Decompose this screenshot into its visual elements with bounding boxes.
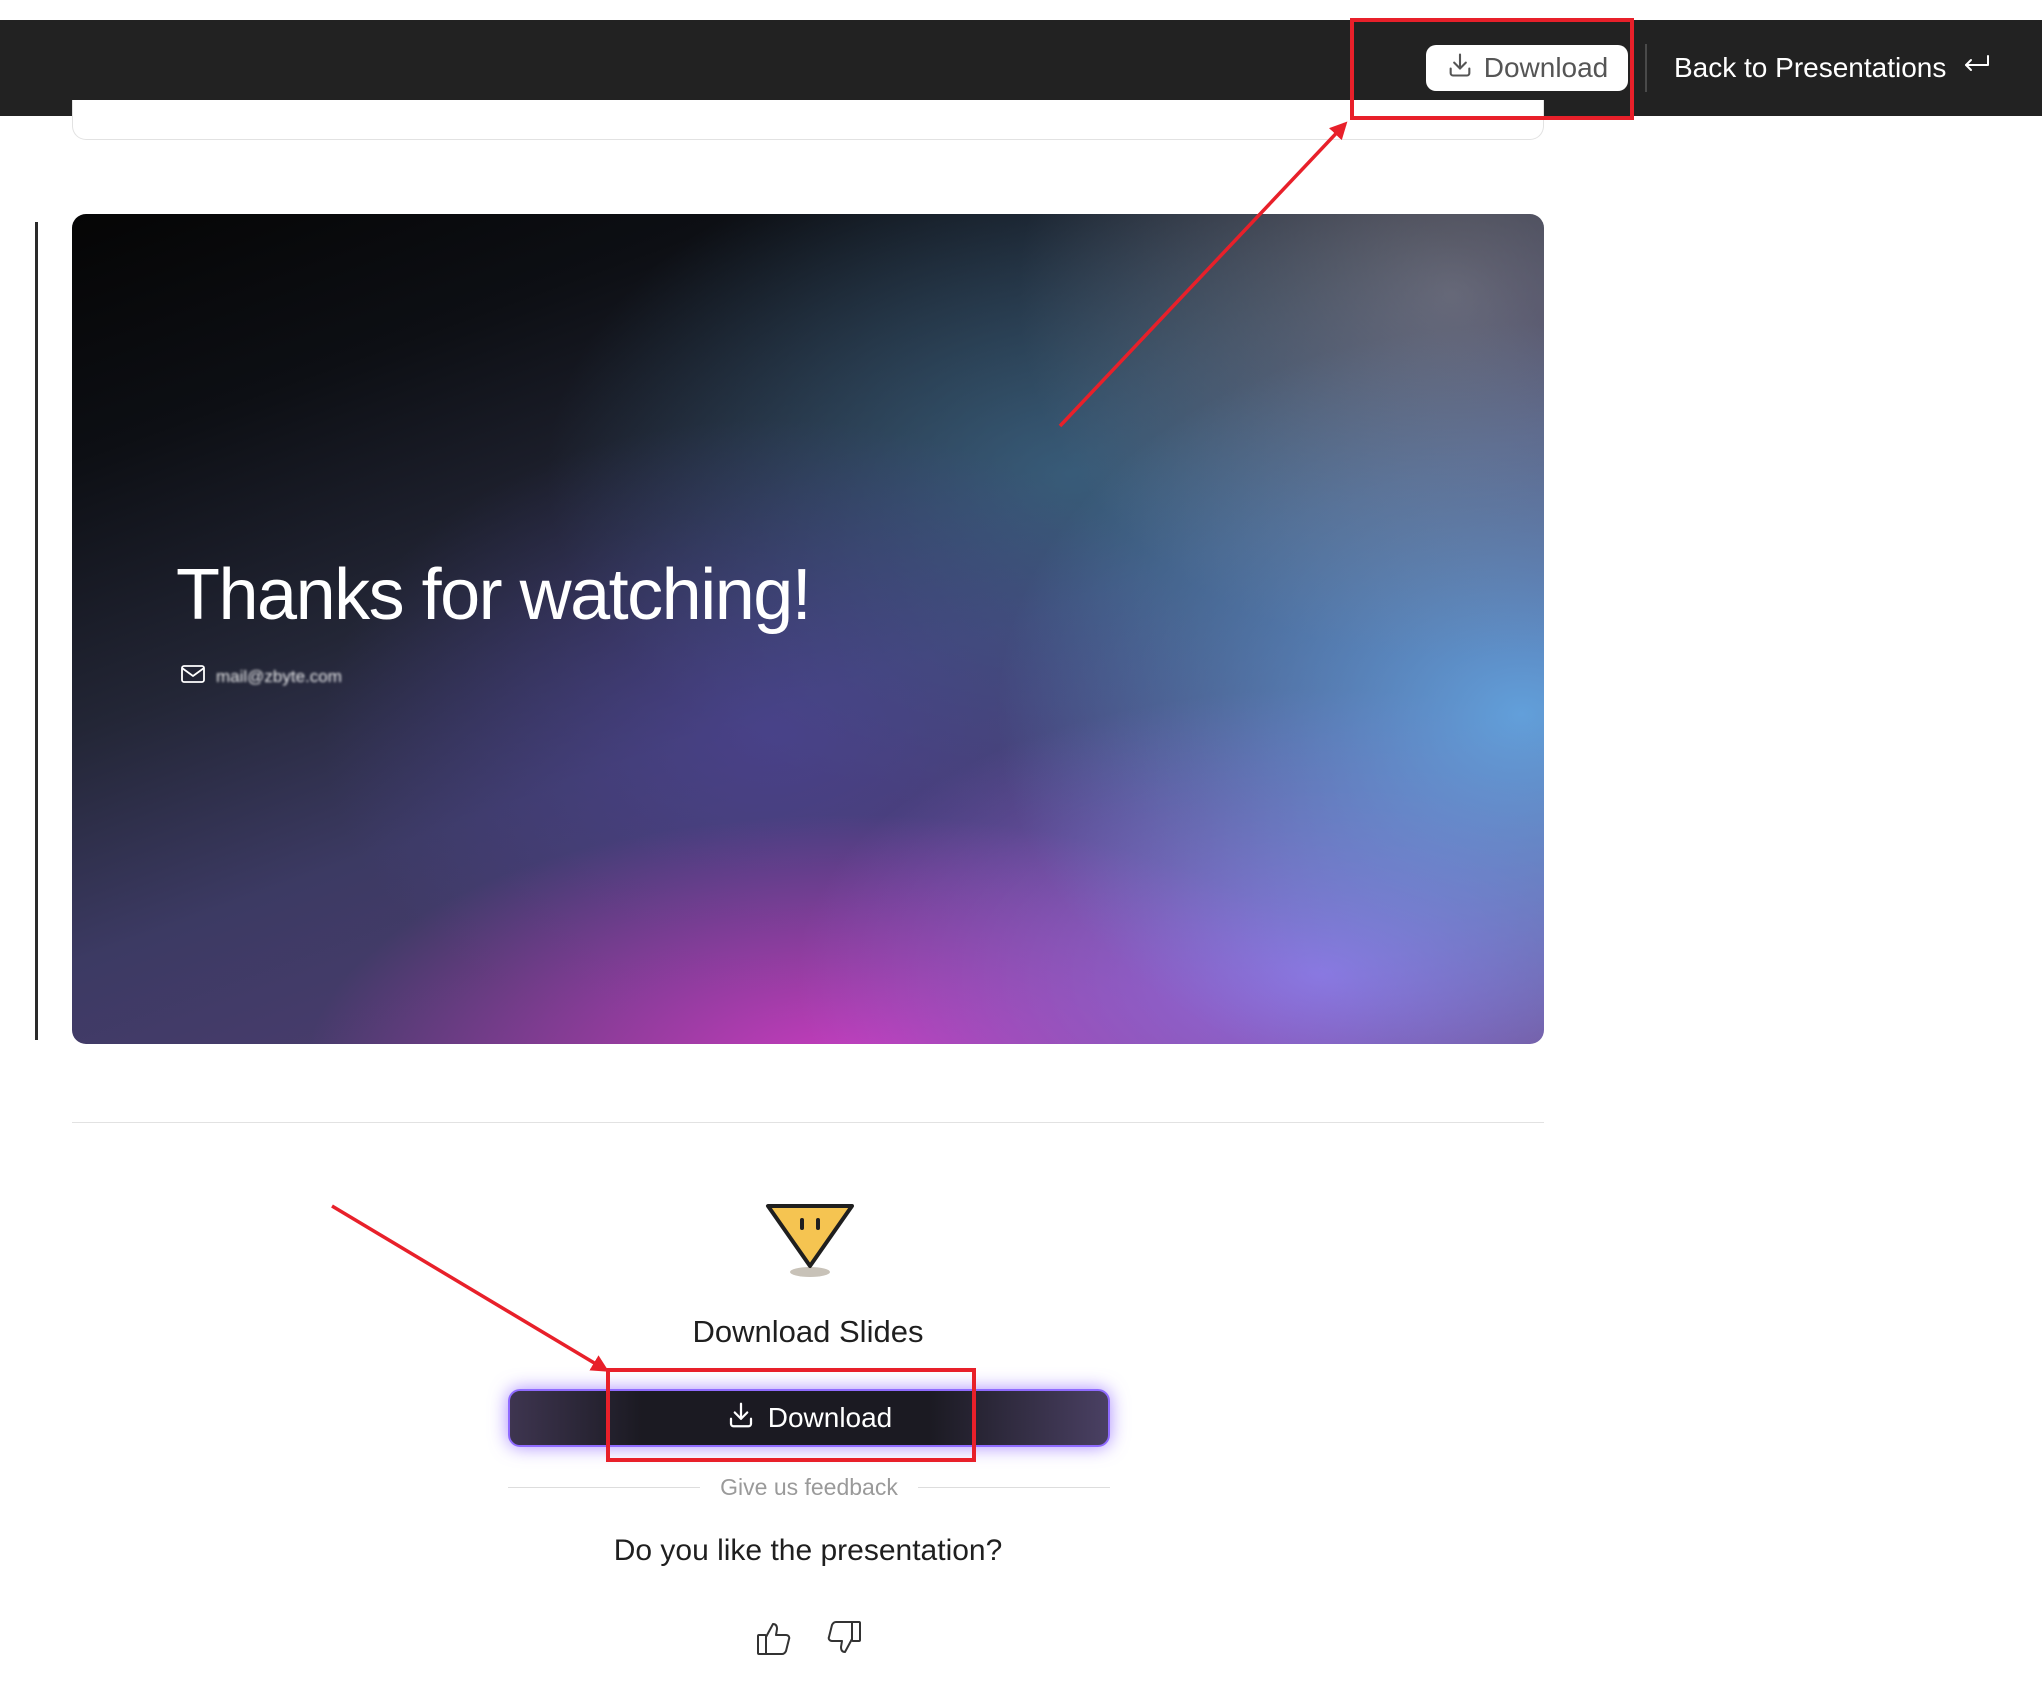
annotation-box-main (606, 1368, 976, 1462)
feedback-label: Give us feedback (720, 1473, 898, 1500)
slide-title: Thanks for watching! (176, 555, 812, 635)
feedback-divider: Give us feedback (508, 1470, 1110, 1504)
slide-email: mail@zbyte.com (180, 664, 342, 689)
annotation-box-header (1350, 18, 1634, 120)
back-to-presentations-link[interactable]: Back to Presentations (1674, 44, 1992, 92)
thumbs-down-button[interactable] (824, 1618, 864, 1658)
section-separator (72, 1122, 1544, 1123)
email-text: mail@zbyte.com (216, 666, 342, 686)
left-edge-rule (35, 222, 38, 1040)
top-white-gap (0, 0, 36, 20)
header-divider (1645, 44, 1647, 92)
mascot-icon (762, 1200, 858, 1280)
feedback-question: Do you like the presentation? (613, 1534, 1003, 1567)
feedback-line-left (508, 1486, 701, 1488)
thumbs-up-icon (754, 1623, 794, 1662)
thumbs-down-icon (824, 1621, 864, 1662)
back-label: Back to Presentations (1674, 52, 1947, 83)
thumbs-up-button[interactable] (754, 1618, 794, 1658)
feedback-line-right (917, 1486, 1110, 1488)
mail-icon (180, 664, 206, 689)
return-arrow-icon (1960, 52, 1992, 85)
download-slides-title: Download Slides (692, 1314, 924, 1349)
closing-slide: Thanks for watching! mail@zbyte.com (72, 214, 1544, 1044)
previous-slide-card (72, 100, 1544, 140)
